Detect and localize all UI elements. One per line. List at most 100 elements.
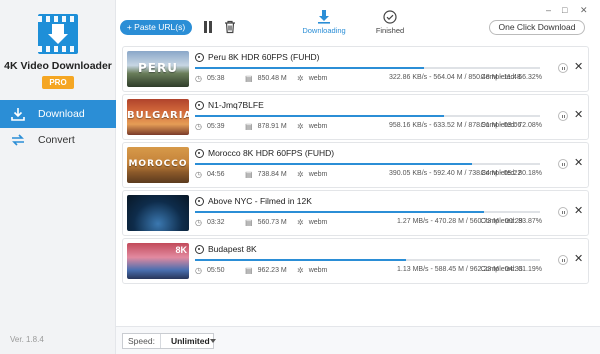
film-reel-icon (195, 148, 204, 158)
video-title: Peru 8K HDR 60FPS (FUHD) (208, 52, 320, 62)
tab-downloading[interactable]: Downloading (294, 10, 354, 36)
item-pause-button[interactable] (558, 111, 568, 121)
film-reel-icon (195, 52, 204, 62)
file-format: webm (308, 75, 328, 82)
file-icon: ▤ (245, 122, 253, 131)
item-pause-button[interactable] (558, 255, 568, 265)
file-icon: ▤ (245, 266, 253, 275)
clock-icon: ◷ (195, 218, 202, 227)
video-title: Morocco 8K HDR 60FPS (FUHD) (208, 148, 335, 158)
file-format: webm (308, 267, 328, 274)
completed-percent: Completed: 83.87% (480, 218, 542, 225)
video-thumbnail (127, 195, 189, 231)
completed-percent: Completed: 61.19% (480, 266, 542, 273)
sidebar-item-label: Download (38, 108, 85, 120)
progress-bar (195, 115, 540, 117)
close-icon[interactable]: ✕ (574, 60, 583, 73)
clock-icon: ◷ (195, 74, 202, 83)
close-icon[interactable]: ✕ (574, 156, 583, 169)
video-title-row: N1-Jmq7BLFE (195, 99, 264, 111)
sidebar-item-convert[interactable]: Convert (0, 126, 116, 154)
film-reel-icon (195, 244, 204, 254)
completed-percent: Completed: 72.08% (480, 122, 542, 129)
close-icon[interactable]: ✕ (574, 204, 583, 217)
restore-button[interactable]: □ (562, 5, 567, 15)
download-list: PERU Peru 8K HDR 60FPS (FUHD) ◷ 05:38 ▤ 85… (116, 42, 600, 326)
progress-bar (195, 67, 540, 69)
bottom-bar: Speed: Unlimited (116, 326, 600, 354)
close-window-button[interactable]: ✕ (580, 5, 588, 16)
app-logo-icon (38, 14, 78, 54)
video-meta: ◷ 05:38 ▤ 850.48 M ✲ webm 322.86 KB/s - 564… (195, 74, 545, 86)
duration: 05:39 (206, 123, 225, 130)
file-format: webm (308, 171, 328, 178)
minimize-button[interactable]: – (546, 5, 551, 15)
video-meta: ◷ 03:32 ▤ 560.73 M ✲ webm 1.27 MB/s - 470.2… (195, 218, 545, 230)
file-size: 962.23 M (257, 267, 287, 274)
download-item: MOROCCO Morocco 8K HDR 60FPS (FUHD) ◷ 04:… (122, 142, 589, 188)
item-pause-button[interactable] (558, 207, 568, 217)
convert-icon (10, 132, 26, 148)
speed-value: Unlimited (170, 336, 210, 346)
format-icon: ✲ (297, 122, 304, 131)
progress-bar (195, 211, 540, 213)
paste-url-button[interactable]: + Paste URL(s) (120, 20, 192, 35)
close-icon[interactable]: ✕ (574, 252, 583, 265)
thumbnail-text: PERU (138, 61, 178, 75)
video-thumbnail: 8K (127, 243, 189, 279)
tab-finished[interactable]: Finished (360, 10, 420, 36)
format-icon: ✲ (297, 74, 304, 83)
video-meta: ◷ 05:39 ▤ 878.91 M ✲ webm 958.16 KB/s - 633… (195, 122, 545, 134)
video-meta: ◷ 04:56 ▤ 738.84 M ✲ webm 390.05 KB/s - 592… (195, 170, 545, 182)
completed-percent: Completed: 66.32% (480, 74, 542, 81)
sidebar-item-label: Convert (38, 134, 75, 146)
duration: 04:56 (206, 171, 225, 178)
video-thumbnail: PERU (127, 51, 189, 87)
item-pause-button[interactable] (558, 159, 568, 169)
trash-icon[interactable] (224, 20, 236, 34)
video-title-row: Morocco 8K HDR 60FPS (FUHD) (195, 147, 334, 159)
video-meta: ◷ 05:50 ▤ 962.23 M ✲ webm 1.13 MB/s - 588.4… (195, 266, 545, 278)
sidebar-item-download[interactable]: Download (0, 100, 116, 128)
film-reel-icon (195, 196, 204, 206)
video-thumbnail: BULGARIA (127, 99, 189, 135)
download-item: Above NYC - Filmed in 12K ◷ 03:32 ▤ 560.73… (122, 190, 589, 236)
check-circle-icon (383, 10, 397, 24)
speed-label: Speed: (123, 334, 161, 348)
file-size: 878.91 M (257, 123, 287, 130)
toolbar: + Paste URL(s) Downloading Finished One … (116, 0, 600, 42)
version-label: Ver. 1.8.4 (10, 335, 44, 344)
video-title: N1-Jmq7BLFE (208, 100, 264, 110)
one-click-download-button[interactable]: One Click Download (489, 20, 585, 35)
video-title-row: Above NYC - Filmed in 12K (195, 195, 312, 207)
file-format: webm (308, 123, 328, 130)
format-icon: ✲ (297, 170, 304, 179)
sidebar: 4K Video Downloader PRO Download Convert… (0, 0, 116, 354)
file-icon: ▤ (245, 218, 253, 227)
close-icon[interactable]: ✕ (574, 108, 583, 121)
download-item: 8K Budapest 8K ◷ 05:50 ▤ 962.23 M ✲ webm 1.… (122, 238, 589, 284)
item-pause-button[interactable] (558, 63, 568, 73)
duration: 05:50 (206, 267, 225, 274)
thumbnail-text: BULGARIA (127, 110, 189, 121)
file-size: 738.84 M (257, 171, 287, 178)
file-size: 560.73 M (257, 219, 287, 226)
pro-badge: PRO (42, 76, 74, 89)
thumbnail-badge: 8K (175, 245, 187, 255)
pause-all-button[interactable] (203, 21, 213, 33)
download-item: BULGARIA N1-Jmq7BLFE ◷ 05:39 ▤ 878.91 M ✲ w… (122, 94, 589, 140)
clock-icon: ◷ (195, 170, 202, 179)
clock-icon: ◷ (195, 266, 202, 275)
format-icon: ✲ (297, 218, 304, 227)
video-title-row: Budapest 8K (195, 243, 257, 255)
speed-select[interactable]: Speed: Unlimited (122, 333, 216, 349)
clock-icon: ◷ (195, 122, 202, 131)
download-item: PERU Peru 8K HDR 60FPS (FUHD) ◷ 05:38 ▤ 85… (122, 46, 589, 92)
tab-label: Finished (375, 26, 405, 35)
download-icon (10, 106, 26, 122)
file-size: 850.48 M (257, 75, 287, 82)
app-name: 4K Video Downloader (4, 60, 112, 72)
progress-bar (195, 163, 540, 165)
completed-percent: Completed: 80.18% (480, 170, 542, 177)
thumbnail-text: MOROCCO (128, 159, 188, 169)
